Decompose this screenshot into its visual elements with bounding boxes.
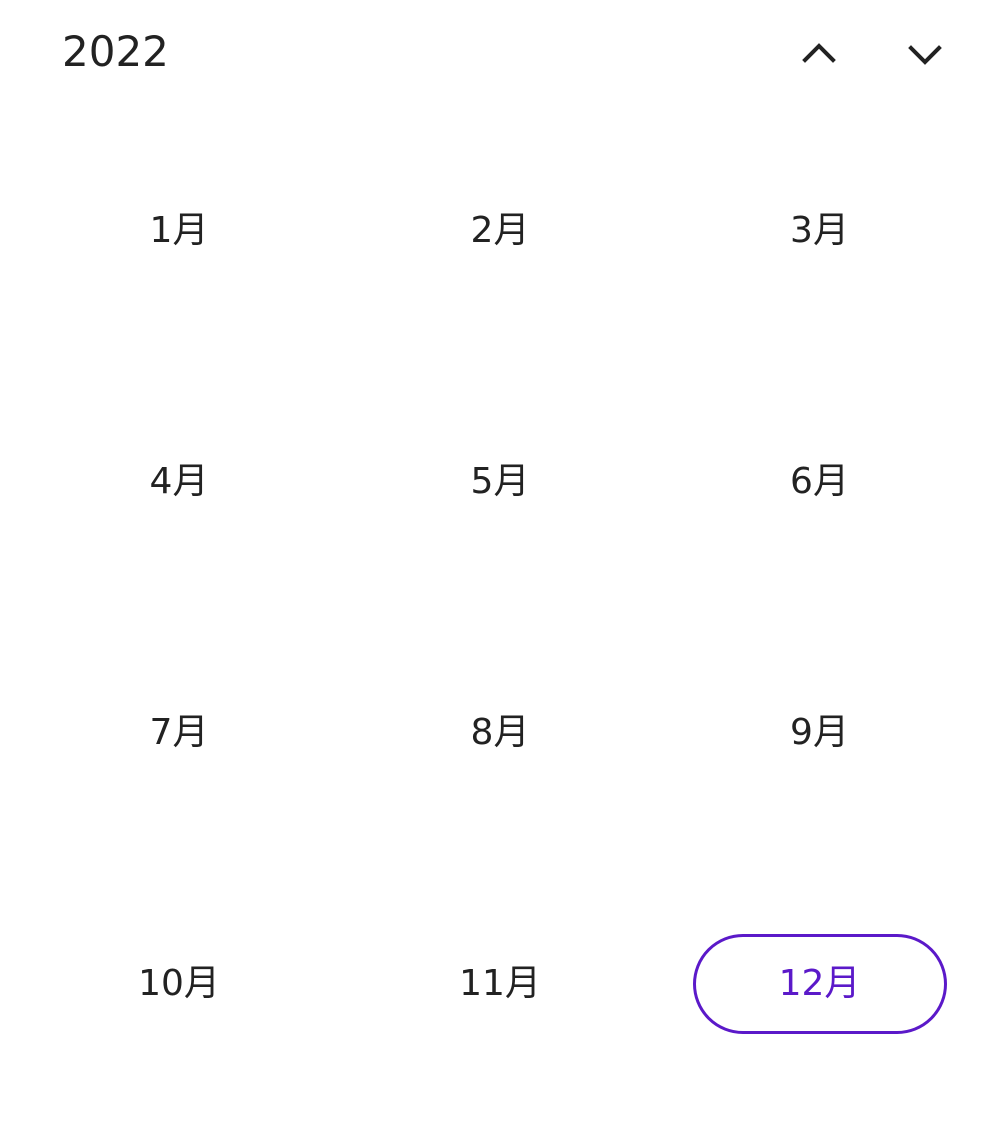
month-cell: 5月 (358, 356, 642, 607)
month-8[interactable]: 8月 (461, 711, 540, 755)
previous-year-button[interactable] (789, 26, 849, 86)
month-picker: 2022 1月 2月 3月 4月 5月 6月 7月 8月 9月 10月 11月 … (0, 0, 997, 1141)
month-cell: 11月 (358, 858, 642, 1109)
month-12-selected[interactable]: 12月 (692, 933, 947, 1034)
month-cell: 7月 (0, 607, 358, 858)
month-cell: 8月 (358, 607, 642, 858)
chevron-down-icon (905, 34, 945, 78)
month-grid: 1月 2月 3月 4月 5月 6月 7月 8月 9月 10月 11月 12月 (0, 105, 997, 1110)
month-10[interactable]: 10月 (128, 962, 230, 1006)
month-5[interactable]: 5月 (461, 460, 540, 504)
month-11[interactable]: 11月 (449, 962, 551, 1006)
year-label[interactable]: 2022 (62, 26, 169, 78)
month-2[interactable]: 2月 (461, 209, 540, 253)
month-6[interactable]: 6月 (780, 460, 859, 504)
month-cell: 3月 (642, 105, 997, 356)
month-4[interactable]: 4月 (140, 460, 219, 504)
month-cell: 2月 (358, 105, 642, 356)
month-1[interactable]: 1月 (140, 209, 219, 253)
month-cell: 6月 (642, 356, 997, 607)
month-7[interactable]: 7月 (140, 711, 219, 755)
month-cell: 12月 (642, 858, 997, 1109)
month-cell: 9月 (642, 607, 997, 858)
month-9[interactable]: 9月 (780, 711, 859, 755)
month-cell: 10月 (0, 858, 358, 1109)
month-cell: 1月 (0, 105, 358, 356)
chevron-up-icon (799, 34, 839, 78)
next-year-button[interactable] (895, 26, 955, 86)
month-cell: 4月 (0, 356, 358, 607)
month-3[interactable]: 3月 (780, 209, 859, 253)
picker-header: 2022 (0, 0, 997, 110)
